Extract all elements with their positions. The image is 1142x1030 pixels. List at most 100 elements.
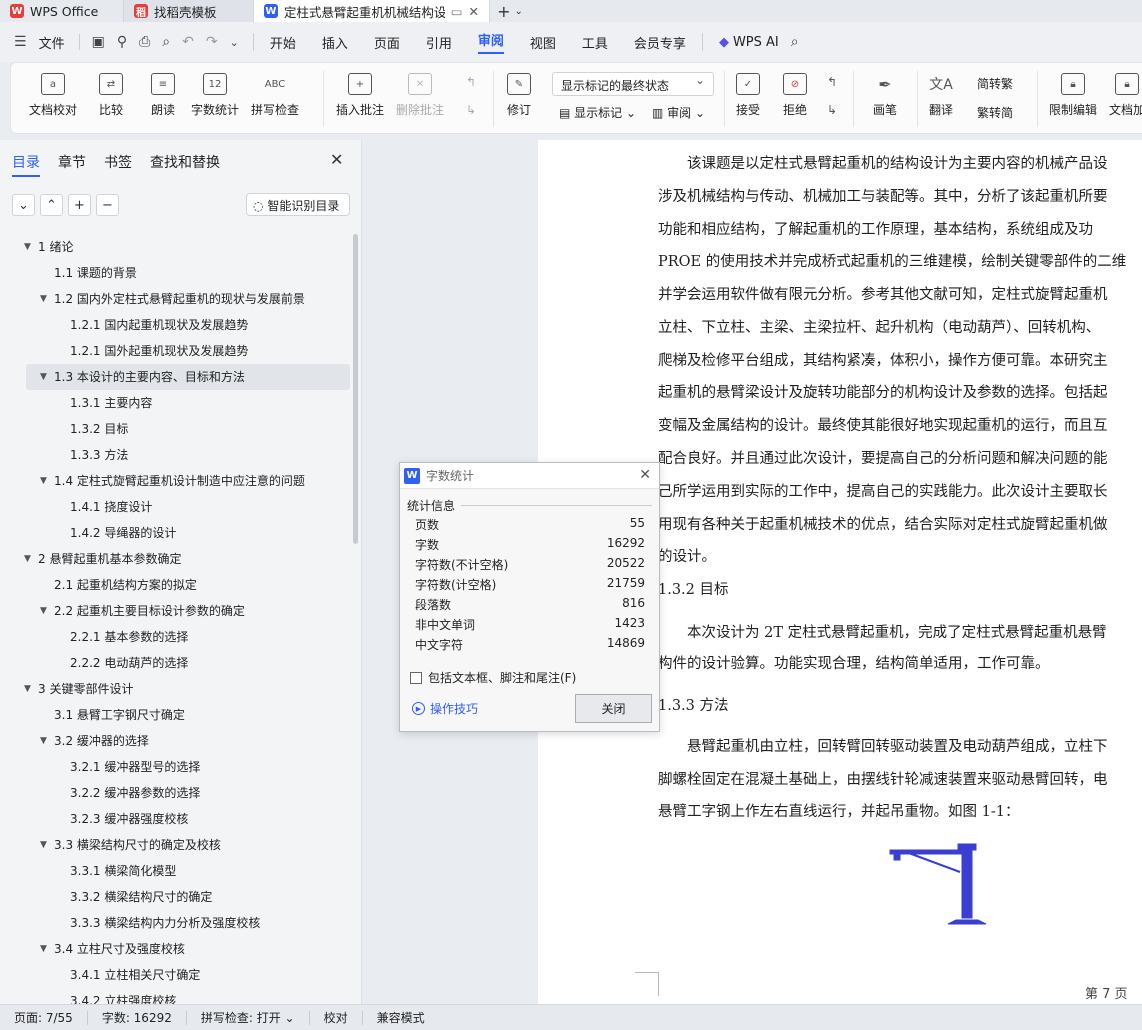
smart-toc-button[interactable]: ◌ 智能识别目录	[246, 193, 350, 216]
collapse-triangle-icon[interactable]: ▼	[40, 468, 47, 494]
toc-item[interactable]: 1.3.2 目标	[0, 416, 350, 442]
checkbox-box[interactable]	[410, 671, 422, 684]
collapse-triangle-icon[interactable]: ▼	[24, 234, 31, 260]
toc-item[interactable]: 3.3.2 横梁结构尺寸的确定	[0, 884, 350, 910]
collapse-triangle-icon[interactable]: ▼	[40, 598, 47, 624]
markup-state-select[interactable]: 显示标记的最终状态	[552, 72, 714, 96]
to-traditional-button[interactable]: 简转繁	[977, 75, 1013, 92]
toc-item[interactable]: 3.2 缓冲器的选择 ▼	[0, 728, 350, 754]
toc-item[interactable]: 3.3.1 横梁简化模型	[0, 858, 350, 884]
toc-item[interactable]: 2.2.2 电动葫芦的选择	[0, 650, 350, 676]
close-panel-icon[interactable]: ✕	[330, 150, 343, 169]
toc-item[interactable]: 3.4 立柱尺寸及强度校核 ▼	[0, 936, 350, 962]
share-icon[interactable]: ⚲	[117, 34, 127, 50]
print-icon[interactable]: ⎙	[139, 34, 150, 50]
collapse-up-icon[interactable]: ⌃	[40, 194, 63, 216]
tab-toc[interactable]: 目录	[12, 152, 40, 177]
menu-review[interactable]: 审阅	[477, 30, 504, 54]
spell-check-button[interactable]: ABC 拼写检查	[251, 73, 299, 118]
status-proof[interactable]: 校对	[310, 1009, 362, 1026]
dialog-close-icon[interactable]: ✕	[639, 467, 651, 483]
read-aloud-button[interactable]: ≡ 朗读	[151, 73, 175, 118]
menu-wps-ai[interactable]: WPS AI	[733, 35, 779, 50]
remove-level-icon[interactable]: −	[96, 194, 119, 216]
toc-item[interactable]: 3.4.1 立柱相关尺寸确定	[0, 962, 350, 988]
tab-bookmarks[interactable]: 书签	[104, 152, 132, 177]
tips-link[interactable]: ▶ 操作技巧	[412, 700, 478, 717]
restrict-edit-button[interactable]: 🔒︎ 限制编辑	[1049, 73, 1097, 118]
toc-item[interactable]: 2 悬臂起重机基本参数确定 ▼	[0, 546, 350, 572]
status-page[interactable]: 页面: 7/55	[0, 1009, 87, 1026]
word-count-button[interactable]: 12 字数统计	[191, 73, 239, 118]
insert-comment-button[interactable]: + 插入批注	[336, 73, 384, 118]
tab-document[interactable]: W 定柱式悬臂起重机机械结构设 ▭ ✕	[254, 0, 490, 22]
collapse-triangle-icon[interactable]: ▼	[24, 676, 31, 702]
toc-item[interactable]: 1.3.1 主要内容	[0, 390, 350, 416]
expand-down-icon[interactable]: ⌄	[12, 194, 35, 216]
toc-item[interactable]: 1 绪论 ▼	[0, 234, 350, 260]
toc-item[interactable]: 2.2.1 基本参数的选择	[0, 624, 350, 650]
show-markup-button[interactable]: ▤ 显示标记 ⌄	[559, 104, 636, 121]
tab-template[interactable]: 稻 找稻壳模板	[124, 0, 254, 22]
toc-scrollbar[interactable]	[353, 234, 358, 544]
chevron-down-icon[interactable]: ⌄	[230, 36, 239, 49]
dialog-title-bar[interactable]: W 字数统计	[400, 463, 659, 489]
menu-member[interactable]: 会员专享	[634, 33, 686, 52]
toc-item[interactable]: 3.2.1 缓冲器型号的选择	[0, 754, 350, 780]
toc-item[interactable]: 1.4 定柱式旋臂起重机设计制造中应注意的问题 ▼	[0, 468, 350, 494]
toc-item[interactable]: 1.2.1 国内起重机现状及发展趋势	[0, 312, 350, 338]
prev-change-icon[interactable]: ↰	[827, 75, 837, 89]
undo-icon[interactable]: ↶	[182, 34, 194, 50]
toc-item[interactable]: 1.1 课题的背景	[0, 260, 350, 286]
toc-item[interactable]: 2.1 起重机结构方案的拟定	[0, 572, 350, 598]
toc-item[interactable]: 1.2.1 国外起重机现状及发展趋势	[0, 338, 350, 364]
track-changes-button[interactable]: ✎ 修订	[507, 73, 531, 118]
prev-comment-icon[interactable]: ↰	[466, 75, 476, 89]
redo-icon[interactable]: ↷	[206, 34, 218, 50]
menu-home[interactable]: 开始	[270, 33, 296, 52]
menu-page[interactable]: 页面	[374, 33, 400, 52]
toc-item[interactable]: 3.2.2 缓冲器参数的选择	[0, 780, 350, 806]
status-words[interactable]: 字数: 16292	[88, 1009, 186, 1026]
review-pane-button[interactable]: ▥ 审阅 ⌄	[652, 104, 705, 121]
dialog-close-button[interactable]: 关闭	[575, 694, 652, 723]
reject-button[interactable]: ⊘ 拒绝	[783, 73, 807, 118]
next-change-icon[interactable]: ↳	[827, 103, 837, 117]
proofread-button[interactable]: a 文档校对	[29, 73, 77, 118]
next-comment-icon[interactable]: ↳	[466, 103, 476, 117]
include-textbox-checkbox[interactable]: 包括文本框、脚注和尾注(F)	[410, 669, 576, 686]
toc-item[interactable]: 1.2 国内外定柱式悬臂起重机的现状与发展前景 ▼	[0, 286, 350, 312]
toc-item[interactable]: 3.1 悬臂工字钢尺寸确定	[0, 702, 350, 728]
toc-item[interactable]: 2.2 起重机主要目标设计参数的确定 ▼	[0, 598, 350, 624]
hamburger-icon[interactable]: ☰	[14, 34, 27, 50]
toc-item[interactable]: 3.3 横梁结构尺寸的确定及校核 ▼	[0, 832, 350, 858]
toc-item[interactable]: 1.3.3 方法	[0, 442, 350, 468]
save-icon[interactable]: ▣	[92, 34, 105, 50]
menu-view[interactable]: 视图	[530, 33, 556, 52]
new-tab-button[interactable]: + ⌄	[490, 0, 530, 22]
menu-insert[interactable]: 插入	[322, 33, 348, 52]
to-simplified-button[interactable]: 繁转简	[977, 104, 1013, 121]
collapse-triangle-icon[interactable]: ▼	[40, 728, 47, 754]
doc-encrypt-button[interactable]: 🔒︎ 文档加	[1109, 73, 1142, 118]
accept-button[interactable]: ✓ 接受	[736, 73, 760, 118]
tab-wps-office[interactable]: W WPS Office	[0, 0, 124, 22]
add-level-icon[interactable]: +	[68, 194, 91, 216]
search-icon[interactable]: ⌕	[791, 34, 799, 50]
collapse-triangle-icon[interactable]: ▼	[40, 286, 47, 312]
tab-chapters[interactable]: 章节	[58, 152, 86, 177]
menu-tools[interactable]: 工具	[582, 33, 608, 52]
close-tab-icon[interactable]: ✕	[469, 4, 479, 19]
menu-file[interactable]: 文件	[39, 33, 65, 52]
print-preview-icon[interactable]: ⌕	[162, 34, 170, 50]
collapse-triangle-icon[interactable]: ▼	[24, 546, 31, 572]
translate-button[interactable]: 文A 翻译	[929, 73, 953, 118]
menu-references[interactable]: 引用	[426, 33, 452, 52]
toc-item[interactable]: 1.4.2 导绳器的设计	[0, 520, 350, 546]
delete-comment-button[interactable]: ✕ 删除批注	[396, 73, 444, 118]
status-spell[interactable]: 拼写检查: 打开 ⌄	[187, 1009, 309, 1026]
toc-item[interactable]: 3.3.3 横梁结构内力分析及强度校核	[0, 910, 350, 936]
collapse-triangle-icon[interactable]: ▼	[40, 832, 47, 858]
collapse-triangle-icon[interactable]: ▼	[40, 364, 47, 390]
toc-item[interactable]: 3 关键零部件设计 ▼	[0, 676, 350, 702]
